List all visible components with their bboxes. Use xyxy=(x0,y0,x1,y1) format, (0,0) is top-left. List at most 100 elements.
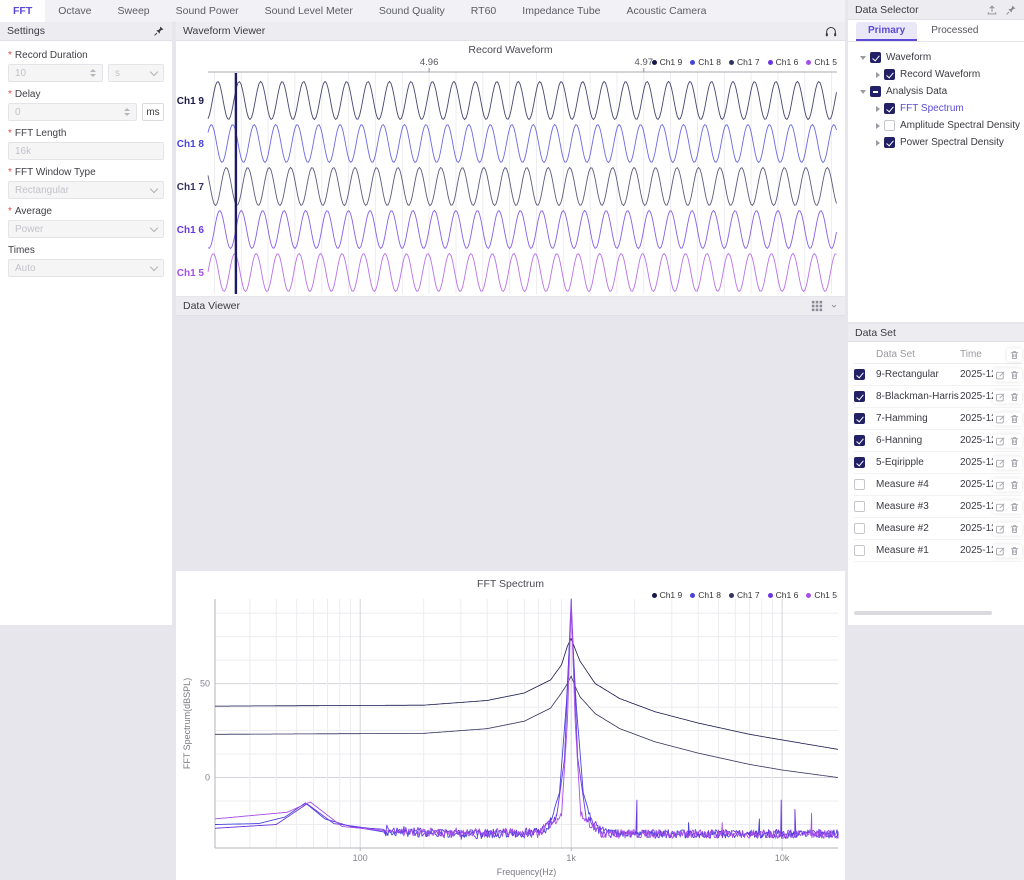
trash-icon[interactable] xyxy=(1009,369,1020,380)
tab-acoustic-camera[interactable]: Acoustic Camera xyxy=(614,0,720,22)
edit-icon[interactable] xyxy=(995,391,1006,402)
trash-icon[interactable] xyxy=(1009,413,1020,424)
row-checkbox[interactable] xyxy=(854,501,865,512)
settings-title: Settings xyxy=(7,25,45,37)
edit-icon[interactable] xyxy=(995,545,1006,556)
row-checkbox[interactable] xyxy=(854,413,865,424)
upload-icon[interactable] xyxy=(986,4,998,16)
tree-checkbox[interactable] xyxy=(884,137,895,148)
legend-item-ch1-9[interactable]: Ch1 9 xyxy=(652,590,683,600)
trash-icon[interactable] xyxy=(1009,457,1020,468)
tree-item-fft-spectrum[interactable]: FFT Spectrum xyxy=(848,100,1024,117)
legend-item-ch1-6[interactable]: Ch1 6 xyxy=(768,590,799,600)
pin-icon[interactable] xyxy=(153,25,165,37)
legend-item-ch1-7[interactable]: Ch1 7 xyxy=(729,57,760,67)
horizontal-scrollbar[interactable] xyxy=(854,611,992,615)
tab-sound-power[interactable]: Sound Power xyxy=(163,0,252,22)
trash-icon[interactable] xyxy=(1009,545,1020,556)
tree-item-analysis-data[interactable]: Analysis Data xyxy=(848,83,1024,100)
data-set-table: Data SetTime9-Rectangular2025-12-31 17:0… xyxy=(854,346,1022,562)
row-checkbox[interactable] xyxy=(854,523,865,534)
tab-fft[interactable]: FFT xyxy=(0,0,45,22)
edit-icon[interactable] xyxy=(995,457,1006,468)
legend-item-ch1-8[interactable]: Ch1 8 xyxy=(690,590,721,600)
fft-spectrum-chart[interactable]: FFT Spectrum Ch1 9Ch1 8Ch1 7Ch1 6Ch1 5 0… xyxy=(176,571,845,880)
pin-icon[interactable] xyxy=(1005,4,1017,16)
legend-item-ch1-5[interactable]: Ch1 5 xyxy=(806,57,837,67)
legend-item-ch1-5[interactable]: Ch1 5 xyxy=(806,590,837,600)
edit-icon[interactable] xyxy=(995,369,1006,380)
legend-label: Ch1 8 xyxy=(698,57,721,67)
edit-icon[interactable] xyxy=(995,501,1006,512)
trash-icon[interactable] xyxy=(1009,523,1020,534)
dataset-row-6-hanning[interactable]: 6-Hanning2025-12-31 17:0 xyxy=(854,430,1022,452)
dataset-row-measure-4[interactable]: Measure #42025-12-31 15:5 xyxy=(854,474,1022,496)
tree-checkbox[interactable] xyxy=(884,69,895,80)
tree-checkbox[interactable] xyxy=(870,86,881,97)
legend-item-ch1-6[interactable]: Ch1 6 xyxy=(768,57,799,67)
selector-tab-primary[interactable]: Primary xyxy=(856,22,917,41)
expand-arrow-icon[interactable] xyxy=(876,123,880,129)
tree-checkbox[interactable] xyxy=(884,120,895,131)
trash-icon[interactable] xyxy=(1009,435,1020,446)
tree-item-power-spectral-density[interactable]: Power Spectral Density xyxy=(848,134,1024,151)
fft-length-input[interactable]: 16k xyxy=(8,142,164,160)
expand-arrow-icon[interactable] xyxy=(876,72,880,78)
record-duration-input[interactable]: 10 xyxy=(8,64,103,82)
dataset-row-measure-3[interactable]: Measure #32025-12-31 15:5 xyxy=(854,496,1022,518)
row-checkbox[interactable] xyxy=(854,545,865,556)
record-waveform-plot[interactable]: 4.964.97Ch1 9Ch1 8Ch1 7Ch1 6Ch1 5 xyxy=(176,41,845,296)
legend-item-ch1-8[interactable]: Ch1 8 xyxy=(690,57,721,67)
tree-item-waveform[interactable]: Waveform xyxy=(848,49,1024,66)
row-checkbox[interactable] xyxy=(854,369,865,380)
trash-icon[interactable] xyxy=(1009,391,1020,402)
row-checkbox[interactable] xyxy=(854,435,865,446)
dataset-row-measure-1[interactable]: Measure #12025-12-31 15:2 xyxy=(854,540,1022,562)
record-duration-unit-select[interactable]: s xyxy=(108,64,164,82)
tab-octave[interactable]: Octave xyxy=(45,0,104,22)
stepper-icon[interactable] xyxy=(124,108,130,116)
fft-spectrum-plot[interactable]: 0501001k10kFrequency(Hz)FFT Spectrum(dBS… xyxy=(176,571,845,880)
edit-icon[interactable] xyxy=(995,479,1006,490)
average-select[interactable]: Power xyxy=(8,220,164,238)
dataset-name: 5-Eqiripple xyxy=(876,455,960,471)
dataset-row-8-blackman-harris[interactable]: 8-Blackman-Harris2025-12-31 17:0 xyxy=(854,386,1022,408)
tree-checkbox[interactable] xyxy=(884,103,895,114)
tree-checkbox[interactable] xyxy=(870,52,881,63)
row-checkbox[interactable] xyxy=(854,457,865,468)
grid-layout-icon[interactable] xyxy=(811,300,823,312)
tree-item-record-waveform[interactable]: Record Waveform xyxy=(848,66,1024,83)
tab-impedance-tube[interactable]: Impedance Tube xyxy=(509,0,613,22)
dataset-row-7-hamming[interactable]: 7-Hamming2025-12-31 17:0 xyxy=(854,408,1022,430)
headphones-icon[interactable] xyxy=(824,25,838,38)
times-select[interactable]: Auto xyxy=(8,259,164,277)
tree-item-amplitude-spectral-density[interactable]: Amplitude Spectral Density xyxy=(848,117,1024,134)
chevron-down-icon[interactable] xyxy=(830,302,838,310)
record-waveform-chart[interactable]: Record Waveform Ch1 9Ch1 8Ch1 7Ch1 6Ch1 … xyxy=(176,41,845,296)
dataset-row-9-rectangular[interactable]: 9-Rectangular2025-12-31 17:0 xyxy=(854,364,1022,386)
fft-window-type-select[interactable]: Rectangular xyxy=(8,181,164,199)
tab-sweep[interactable]: Sweep xyxy=(105,0,163,22)
expand-arrow-icon[interactable] xyxy=(860,90,866,94)
delete-all-icon[interactable] xyxy=(1009,349,1020,360)
row-checkbox[interactable] xyxy=(854,479,865,490)
edit-icon[interactable] xyxy=(995,435,1006,446)
tab-sound-quality[interactable]: Sound Quality xyxy=(366,0,458,22)
stepper-icon[interactable] xyxy=(90,69,96,77)
legend-item-ch1-7[interactable]: Ch1 7 xyxy=(729,590,760,600)
trash-icon[interactable] xyxy=(1009,479,1020,490)
expand-arrow-icon[interactable] xyxy=(876,106,880,112)
expand-arrow-icon[interactable] xyxy=(860,56,866,60)
edit-icon[interactable] xyxy=(995,413,1006,424)
legend-item-ch1-9[interactable]: Ch1 9 xyxy=(652,57,683,67)
dataset-row-measure-2[interactable]: Measure #22025-12-31 15:2 xyxy=(854,518,1022,540)
delay-input[interactable]: 0 xyxy=(8,103,137,121)
selector-tab-processed[interactable]: Processed xyxy=(919,22,990,41)
row-checkbox[interactable] xyxy=(854,391,865,402)
tab-sound-level-meter[interactable]: Sound Level Meter xyxy=(252,0,366,22)
dataset-row-5-eqiripple[interactable]: 5-Eqiripple2025-12-31 17:0 xyxy=(854,452,1022,474)
expand-arrow-icon[interactable] xyxy=(876,140,880,146)
trash-icon[interactable] xyxy=(1009,501,1020,512)
edit-icon[interactable] xyxy=(995,523,1006,534)
tab-rt60[interactable]: RT60 xyxy=(458,0,510,22)
